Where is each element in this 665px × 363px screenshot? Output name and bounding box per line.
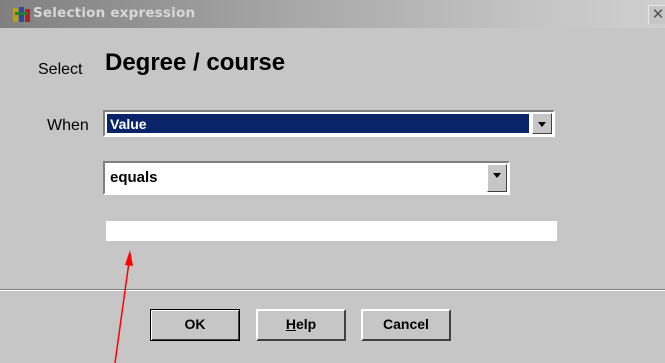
dialog-window: Selection expression ✕ Select Degree / c… — [0, 0, 665, 363]
cancel-button[interactable]: Cancel — [361, 309, 451, 341]
when-dropdown[interactable]: Value — [103, 110, 555, 137]
help-button[interactable]: Help — [256, 309, 346, 341]
when-selected-value: Value — [107, 114, 529, 133]
separator-highlight — [0, 290, 665, 291]
field-name: Degree / course — [105, 49, 286, 76]
ok-button[interactable]: OK — [150, 309, 240, 341]
help-accelerator: H — [285, 316, 296, 332]
title-bar[interactable]: Selection expression ✕ — [0, 0, 665, 28]
window-title: Selection expression — [33, 5, 196, 21]
help-label-rest: elp — [295, 316, 317, 332]
operator-selected-value: equals — [110, 169, 158, 186]
close-icon[interactable]: ✕ — [648, 5, 665, 24]
select-label: Select — [38, 61, 83, 78]
app-icon — [13, 7, 30, 22]
operator-dropdown[interactable]: equals — [103, 161, 510, 195]
value-input[interactable] — [106, 221, 557, 241]
when-label: When — [47, 117, 89, 134]
dropdown-arrow-icon[interactable] — [532, 113, 552, 134]
dropdown-arrow-icon[interactable] — [487, 164, 507, 192]
